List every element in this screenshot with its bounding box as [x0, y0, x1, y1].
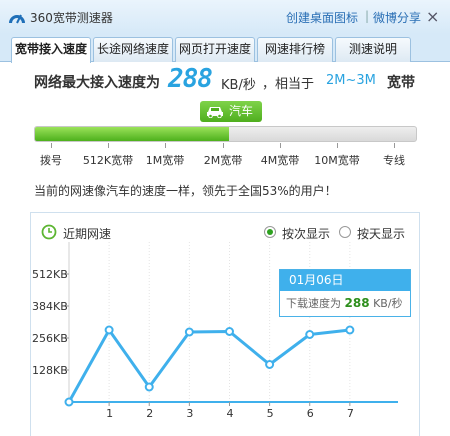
speed-series-line [67, 328, 351, 403]
speed-data-point [345, 325, 355, 335]
speed-data-point [144, 382, 154, 392]
x-tick-label: 4 [226, 407, 233, 420]
speed-data-point [104, 325, 114, 335]
tooltip-unit: KB/秒 [373, 297, 403, 310]
x-tick-label: 6 [307, 407, 314, 420]
x-tick-label: 2 [146, 407, 153, 420]
speed-data-point [224, 327, 234, 336]
speed-data-point [184, 327, 194, 337]
speed-data-point [305, 330, 315, 339]
tooltip-body: 下载速度为 288 KB/秒 [280, 291, 410, 316]
speed-line-chart: 128KB 256KB 384KB 512KB 1 2 3 4 5 6 7 [32, 242, 398, 420]
tooltip-label: 下载速度为 [286, 297, 341, 310]
x-tick-label: 5 [267, 407, 274, 420]
x-tick-label: 7 [347, 407, 354, 420]
speed-data-point [64, 397, 74, 407]
speed-data-point [265, 360, 275, 369]
x-tick-label: 3 [186, 407, 193, 420]
y-tick-label: 128KB [32, 364, 68, 377]
tooltip-value: 288 [344, 296, 370, 310]
y-tick-label: 256KB [32, 332, 68, 345]
y-tick-label: 512KB [32, 268, 68, 281]
data-point-tooltip: 01月06日 下载速度为 288 KB/秒 [279, 269, 411, 317]
y-tick-label: 384KB [32, 300, 68, 313]
x-tick-label: 1 [106, 407, 113, 420]
tooltip-date: 01月06日 [280, 270, 410, 291]
